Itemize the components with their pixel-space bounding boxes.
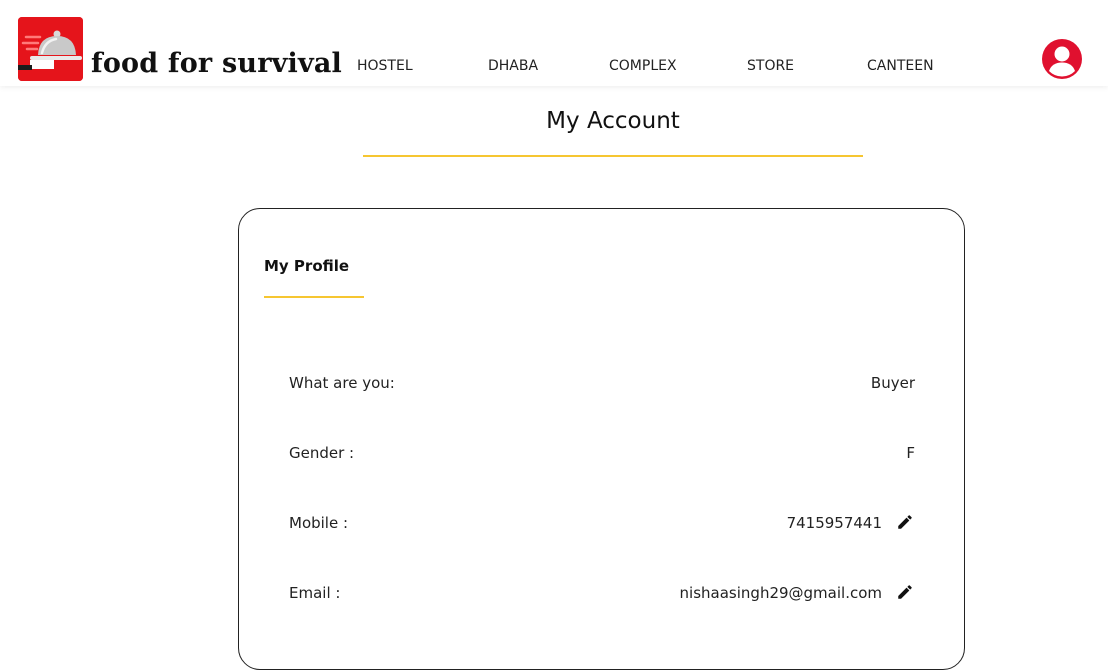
brand-name[interactable]: food for survival [91,44,342,84]
top-navbar: food for survival HOSTEL DHABA COMPLEX S… [0,0,1108,86]
email-label: Email : [289,584,341,602]
nav-item-dhaba[interactable]: DHABA [488,56,538,76]
mobile-value: 7415957441 [786,514,882,532]
user-circle-icon[interactable] [1041,38,1083,80]
role-value: Buyer [870,374,915,392]
edit-email-pencil-icon[interactable] [896,583,914,601]
gender-value: F [906,444,915,462]
nav-item-complex[interactable]: COMPLEX [609,56,677,76]
role-label: What are you: [289,374,395,392]
nav-item-store[interactable]: STORE [747,56,794,76]
nav-item-hostel[interactable]: HOSTEL [357,56,413,76]
profile-card: My Profile What are you: Buyer Gender : … [238,208,965,670]
profile-title: My Profile [264,257,350,275]
logo-icon[interactable] [18,17,83,81]
cloche-platter-icon [18,17,83,81]
nav-item-canteen[interactable]: CANTEEN [867,56,934,76]
page-title: My Account [546,108,680,134]
profile-title-underline [264,296,364,298]
title-underline [363,155,863,157]
gender-label: Gender : [289,444,355,462]
email-value: nishaasingh29@gmail.com [679,584,882,602]
mobile-label: Mobile : [289,514,349,532]
edit-mobile-pencil-icon[interactable] [896,513,914,531]
